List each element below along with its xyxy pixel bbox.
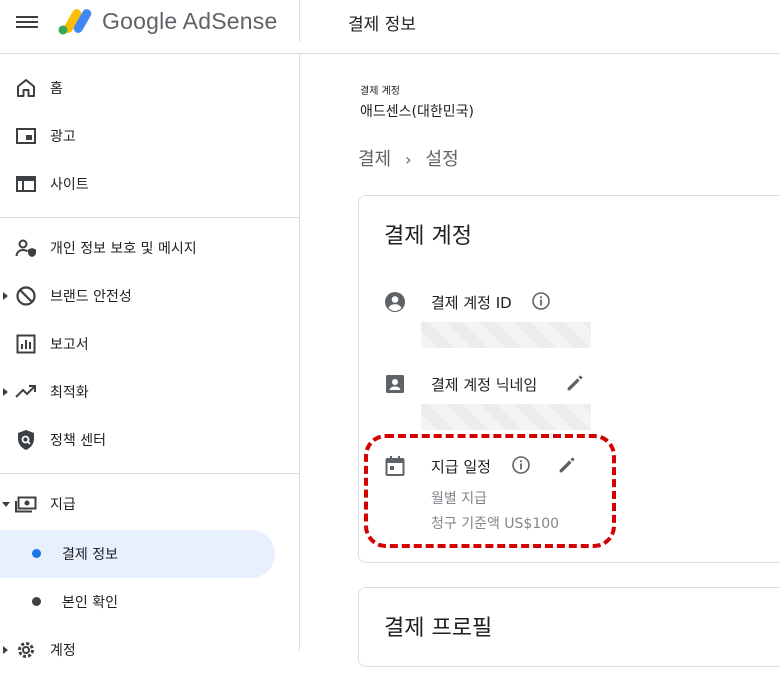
nav-divider [0, 217, 299, 218]
expand-caret-icon[interactable] [3, 646, 8, 654]
active-dot-icon [32, 549, 41, 558]
sidebar-item-label: 정책 센터 [50, 433, 106, 449]
sidebar-item-label: 개인 정보 보호 및 메시지 [50, 241, 197, 257]
sidebar-item-home[interactable]: 홈 [0, 64, 299, 112]
top-divider [299, 0, 300, 42]
redacted-value [421, 322, 591, 348]
policy-icon [18, 430, 34, 450]
billing-profile-card: 결제 프로필 [358, 587, 780, 667]
collapse-caret-icon[interactable] [2, 502, 10, 507]
sidebar-subitem-verification[interactable]: 본인 확인 [0, 578, 275, 626]
main-content: 결제 계정 애드센스(대한민국) 결제 › 설정 결제 계정 결제 계정 ID [300, 55, 780, 667]
trending-icon [15, 385, 36, 398]
highlight-annotation [364, 434, 616, 548]
sidebar-item-policy-center[interactable]: 정책 센터 [0, 416, 299, 464]
payments-icon [15, 496, 37, 513]
gear-icon [18, 642, 34, 658]
sidebar-item-label: 보고서 [50, 337, 89, 353]
sidebar-item-reports[interactable]: 보고서 [0, 320, 299, 368]
sidebar-item-label: 광고 [50, 129, 76, 145]
sidebar-item-payments[interactable]: 지급 [0, 480, 299, 528]
sidebar-subitem-label: 본인 확인 [62, 595, 118, 611]
breadcrumb-item[interactable]: 결제 [358, 149, 391, 170]
sites-icon [16, 176, 36, 192]
info-icon[interactable] [531, 291, 551, 311]
edit-icon[interactable] [564, 372, 586, 394]
card-title: 결제 계정 [384, 224, 472, 249]
account-value: 애드센스(대한민국) [360, 104, 474, 120]
sidebar-item-privacy[interactable]: 개인 정보 보호 및 메시지 [0, 224, 299, 272]
redacted-value [421, 404, 591, 430]
nav-divider [0, 473, 299, 474]
account-label: 결제 계정 [360, 86, 400, 97]
home-icon [17, 79, 35, 97]
sidebar-item-label: 최적화 [50, 385, 89, 401]
ads-icon [16, 128, 36, 144]
sidebar-item-sites[interactable]: 사이트 [0, 160, 299, 208]
block-icon [16, 286, 36, 306]
contact-card-icon [386, 375, 404, 393]
sidebar-item-brand-safety[interactable]: 브랜드 안전성 [0, 272, 299, 320]
top-bar: Google AdSense 결제 정보 [0, 0, 780, 54]
breadcrumb-item: 설정 [425, 149, 459, 170]
row-label: 결제 계정 닉네임 [431, 376, 538, 394]
reports-icon [16, 334, 36, 354]
sidebar: 홈 광고 사이트 개인 정보 보호 및 메시지 브랜드 안전성 보고서 최적화 … [0, 54, 299, 659]
sidebar-item-label: 계정 [50, 643, 76, 659]
sidebar-item-optimization[interactable]: 최적화 [0, 368, 299, 416]
expand-caret-icon[interactable] [3, 388, 8, 396]
adsense-logo [58, 9, 92, 35]
sidebar-item-label: 브랜드 안전성 [50, 289, 132, 305]
sidebar-item-label: 홈 [50, 81, 63, 97]
privacy-icon [15, 239, 36, 257]
sidebar-subitem-payment-info[interactable]: 결제 정보 [0, 530, 275, 578]
chevron-right-icon: › [405, 150, 412, 169]
sidebar-item-label: 사이트 [50, 177, 89, 193]
card-title: 결제 프로필 [384, 616, 493, 641]
menu-icon[interactable] [16, 13, 38, 31]
brand-name[interactable]: Google AdSense [102, 8, 277, 35]
dot-icon [32, 597, 41, 606]
row-label: 결제 계정 ID [431, 294, 512, 312]
sidebar-item-label: 지급 [50, 497, 76, 513]
sidebar-subitem-label: 결제 정보 [62, 547, 118, 563]
sidebar-item-ads[interactable]: 광고 [0, 112, 299, 160]
account-circle-icon [385, 292, 405, 312]
expand-caret-icon[interactable] [3, 292, 8, 300]
page-title: 결제 정보 [348, 15, 416, 35]
sidebar-item-account[interactable]: 계정 [0, 626, 299, 674]
breadcrumb: 결제 › 설정 [358, 145, 459, 171]
